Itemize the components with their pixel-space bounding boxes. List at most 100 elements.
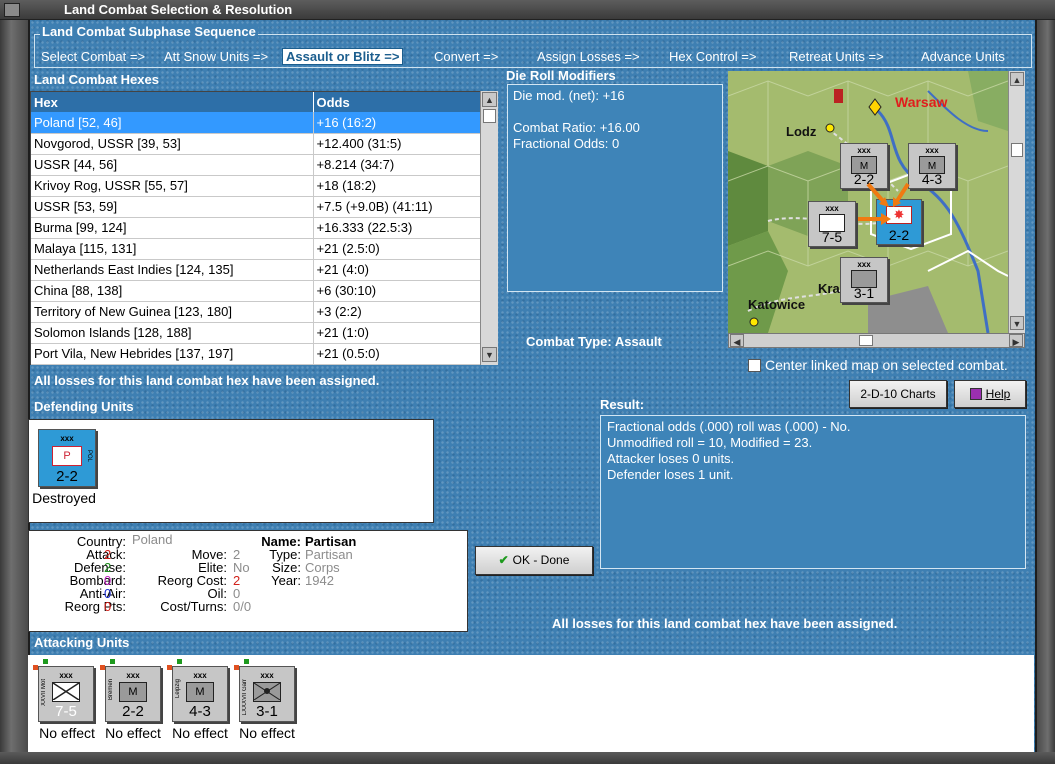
- hex-row[interactable]: USSR [44, 56] +8.214 (34:7): [31, 154, 481, 176]
- hex-row[interactable]: Krivoy Rog, USSR [55, 57] +18 (18:2): [31, 175, 481, 197]
- hex-row[interactable]: Netherlands East Indies [124, 135] +21 (4…: [31, 259, 481, 281]
- attacker-counter[interactable]: xxx Bremen M 2-2: [100, 659, 161, 722]
- status-dot-icon: [43, 659, 48, 664]
- step-retreat-units[interactable]: Retreat Units =>: [789, 49, 884, 64]
- scroll-thumb[interactable]: [1011, 143, 1023, 157]
- scroll-thumb[interactable]: [859, 335, 873, 346]
- odds-cell: +21 (4:0): [313, 259, 481, 281]
- hex-cell: USSR [53, 59]: [31, 196, 314, 218]
- attacker-counter[interactable]: xxx XXVII Mot 7-5: [33, 659, 94, 722]
- book-icon: [969, 388, 982, 400]
- attacker-counter[interactable]: xxx LXXXVII Garr 3-1: [234, 659, 295, 722]
- map-unit-leipzig[interactable]: xxx M 4-3: [908, 143, 956, 189]
- hex-row[interactable]: China [88, 138] +6 (30:10): [31, 280, 481, 302]
- odds-cell: +6 (30:10): [313, 280, 481, 302]
- subphase-title: Land Combat Subphase Sequence: [40, 24, 258, 39]
- scroll-right-icon[interactable]: ▶: [1009, 334, 1023, 347]
- scroll-down-icon[interactable]: ▼: [1010, 316, 1024, 330]
- die-roll-panel: Die mod. (net): +16 Combat Ratio: +16.00…: [507, 84, 723, 292]
- charts-button[interactable]: 2-D-10 Charts: [849, 380, 947, 408]
- status-dot-icon: [234, 665, 239, 670]
- status-dot-icon: [244, 659, 249, 664]
- checkmark-icon: ✔: [498, 553, 509, 567]
- hex-row[interactable]: Novgorod, USSR [39, 53] +12.400 (31:5): [31, 133, 481, 155]
- center-map-checkbox[interactable]: [748, 359, 761, 372]
- cross-icon: [253, 682, 281, 701]
- die-roll-title: Die Roll Modifiers: [506, 68, 616, 83]
- attacker-counter[interactable]: xxx Leipzig M 4-3: [167, 659, 228, 722]
- hex-row[interactable]: Burma [99, 124] +16.333 (22.5:3): [31, 217, 481, 239]
- cross-icon: [52, 682, 80, 701]
- unit-size: xxx: [825, 204, 839, 213]
- hex-row[interactable]: Poland [52, 46] +16 (16:2): [31, 112, 481, 134]
- col-hex-header[interactable]: Hex: [31, 92, 314, 112]
- map-unit-xxvii[interactable]: xxx 7-5: [808, 201, 856, 247]
- scroll-up-icon[interactable]: ▲: [1010, 72, 1024, 86]
- hex-row[interactable]: Solomon Islands [128, 188] +21 (1:0): [31, 322, 481, 344]
- unit-size: xxx: [857, 146, 871, 155]
- hq-marker: [834, 89, 843, 103]
- year-value: 1942: [305, 573, 334, 588]
- step-hex-control[interactable]: Hex Control =>: [669, 49, 756, 64]
- odds-cell: +21 (2.5:0): [313, 238, 481, 260]
- unit-name: XXVII Mot: [41, 679, 47, 707]
- forest-hex: [728, 151, 768, 246]
- result-line: Unmodified roll = 10, Modified = 23.: [607, 435, 813, 450]
- defending-units-panel: xxx P POL 2-2 Destroyed: [28, 419, 434, 523]
- map-hscroll[interactable]: ◀ ▶: [728, 333, 1025, 348]
- hex-row[interactable]: USSR [53, 59] +7.5 (+9.0B) (41:11): [31, 196, 481, 218]
- scroll-down-icon[interactable]: ▼: [482, 347, 497, 362]
- hex-row[interactable]: Port Vila, New Hebrides [137, 197] +21 (0…: [31, 343, 481, 365]
- hex-cell: Solomon Islands [128, 188]: [31, 322, 314, 344]
- garrison-icon: [253, 682, 281, 702]
- hex-cell: USSR [44, 56]: [31, 154, 314, 176]
- linked-map[interactable]: Warsaw Lodz Krakow Katowice xxx M 2-2 xx…: [728, 71, 1008, 333]
- step-advance-units[interactable]: Advance Units: [921, 49, 1005, 64]
- result-panel: Fractional odds (.000) roll was (.000) -…: [600, 415, 1026, 569]
- odds-cell: +18 (18:2): [313, 175, 481, 197]
- attacking-units-panel: xxx XXVII Mot 7-5 No effect xxx Bremen M…: [28, 655, 1034, 752]
- combat-ratio-line: Combat Ratio: +16.00: [513, 120, 640, 135]
- hex-cell: China [88, 138]: [31, 280, 314, 302]
- ok-done-button[interactable]: ✔ OK - Done: [475, 546, 593, 575]
- scroll-left-icon[interactable]: ◀: [730, 334, 744, 347]
- map-city-katowice: Katowice: [748, 297, 806, 312]
- center-map-label: Center linked map on selected combat.: [765, 357, 1008, 373]
- city-dot: [825, 123, 835, 133]
- hex-row[interactable]: Malaya [115, 131] +21 (2.5:0): [31, 238, 481, 260]
- help-button[interactable]: Help: [954, 380, 1026, 408]
- window-frame-left: [0, 20, 30, 764]
- step-att-snow-units[interactable]: Att Snow Units =>: [164, 49, 268, 64]
- result-title: Result:: [600, 397, 645, 412]
- attacker-result: No effect: [172, 725, 228, 741]
- hex-cell: Poland [52, 46]: [31, 112, 314, 134]
- map-vscroll[interactable]: ▲ ▼: [1008, 71, 1025, 333]
- ok-done-label: OK - Done: [512, 553, 570, 567]
- unit-size: xxx: [126, 671, 140, 680]
- map-unit-lxxxvii[interactable]: xxx 3-1: [840, 257, 888, 303]
- hex-row[interactable]: Territory of New Guinea [123, 180] +3 (2:…: [31, 301, 481, 323]
- map-city-lodz: Lodz: [786, 124, 817, 139]
- odds-cell: +12.400 (31:5): [313, 133, 481, 155]
- attack-arrows-icon: [858, 182, 910, 225]
- odds-cell: +7.5 (+9.0B) (41:11): [313, 196, 481, 218]
- scroll-up-icon[interactable]: ▲: [482, 92, 497, 107]
- step-assign-losses[interactable]: Assign Losses =>: [537, 49, 640, 64]
- unit-strength: 2-2: [122, 703, 144, 720]
- scroll-thumb[interactable]: [483, 109, 496, 123]
- cost-turns-label: Cost/Turns:: [160, 599, 227, 614]
- step-select-combat[interactable]: Select Combat =>: [41, 49, 145, 64]
- col-odds-header[interactable]: Odds: [313, 92, 481, 112]
- attacker-result: No effect: [105, 725, 161, 741]
- step-assault-or-blitz[interactable]: Assault or Blitz =>: [281, 48, 404, 65]
- defender-counter[interactable]: xxx P POL 2-2: [38, 429, 96, 487]
- hexes-scrollbar[interactable]: ▲ ▼: [480, 91, 498, 365]
- hexes-title: Land Combat Hexes: [34, 72, 159, 87]
- window-frame-right: [1035, 20, 1055, 764]
- result-line: Fractional odds (.000) roll was (.000) -…: [607, 419, 851, 434]
- hex-cell: Malaya [115, 131]: [31, 238, 314, 260]
- unit-name: Leipzig: [175, 679, 181, 699]
- step-convert[interactable]: Convert =>: [434, 49, 498, 64]
- cost-turns-value: 0/0: [233, 599, 252, 614]
- unit-type: P: [63, 450, 71, 462]
